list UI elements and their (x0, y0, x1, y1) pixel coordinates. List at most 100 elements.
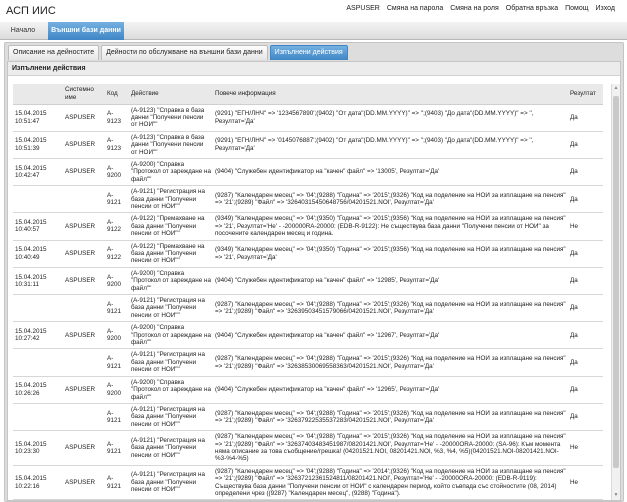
help-link[interactable]: Помощ (565, 5, 588, 12)
table-row[interactable]: A-9121 (A-9121) "Регистрация на база данн… (13, 348, 603, 377)
cell-code: A-9121 (105, 185, 129, 214)
cell-code: A-9121 (105, 465, 129, 501)
cell-date: 15.04.2015 10:40:49 (13, 240, 63, 268)
cell-code: A-9122 (105, 212, 129, 241)
nav-tab-home[interactable]: Начало (0, 22, 46, 40)
header-date[interactable] (13, 84, 63, 105)
cell-date (13, 403, 63, 432)
table-row[interactable]: A-9121 (A-9121) "Регистрация на база данн… (13, 403, 603, 432)
cell-date: 15.04.2015 10:22:16 (13, 465, 63, 501)
cell-date: 15.04.2015 10:23:30 (13, 430, 63, 466)
cell-system-name (63, 294, 105, 323)
cell-action: (A-9122) "Премахване на база данни "Полу… (129, 240, 213, 268)
header-system-name[interactable]: Системно име (63, 84, 105, 105)
cell-code: A-9200 (105, 376, 129, 404)
cell-system-name (63, 348, 105, 377)
cell-code: A-9121 (105, 294, 129, 323)
cell-code: A-9200 (105, 321, 129, 350)
table-row[interactable]: 15.04.2015 10:31:11 ASPUSER A-9200 (A-9200)… (13, 267, 603, 296)
cell-action: (A-9121) "Регистрация на база данни "Пол… (129, 185, 213, 214)
cell-code: A-9122 (105, 240, 129, 268)
cell-more-info: (9291) "ЕГН/ЛНЧ" => '0145076887';(9402) … (213, 131, 568, 159)
cell-date: 15.04.2015 10:26:26 (13, 376, 63, 404)
cell-more-info: (9287) "Календарен месец" => '04';(9288)… (213, 465, 568, 501)
logout-link[interactable]: Изход (596, 5, 616, 12)
table-row[interactable]: A-9121 (A-9121) "Регистрация на база данн… (13, 185, 603, 214)
tab-activities-description[interactable]: Описание на дейностите (8, 45, 100, 60)
cell-action: (A-9200) "Справка "Протокол от зареждане… (129, 321, 213, 350)
user-link[interactable]: ASPUSER (346, 5, 379, 12)
cell-code: A-9123 (105, 104, 129, 132)
cell-result: Да (568, 158, 603, 187)
cell-system-name (63, 185, 105, 214)
cell-result: Да (568, 131, 603, 159)
header-action[interactable]: Действие (129, 84, 213, 105)
nav-tab-external-databases[interactable]: Външни бази данни (48, 22, 124, 40)
cell-system-name: ASPUSER (63, 212, 105, 241)
sub-tabs: Описание на дейностите Дейности по обслу… (8, 45, 348, 60)
top-links: ASPUSER Смяна на парола Смяна на роля Об… (346, 5, 615, 12)
cell-action: (A-9200) "Справка "Протокол от зареждане… (129, 376, 213, 404)
cell-system-name: ASPUSER (63, 465, 105, 501)
table-header-row: Системно име Код Действие Повече информа… (13, 84, 603, 105)
header-more-info[interactable]: Повече информация (213, 84, 568, 105)
scroll-thumb[interactable] (613, 96, 619, 468)
cell-code: A-9121 (105, 403, 129, 432)
cell-more-info: (9291) "ЕГН/ЛНЧ" => '1234567890';(9402) … (213, 104, 568, 132)
cell-result: Не (568, 212, 603, 241)
cell-date: 15.04.2015 10:51:39 (13, 131, 63, 159)
cell-result: Да (568, 376, 603, 404)
table-row[interactable]: 15.04.2015 10:51:39 ASPUSER A-9123 (A-9123)… (13, 131, 603, 159)
change-password-link[interactable]: Смяна на парола (387, 5, 443, 12)
cell-result: Да (568, 104, 603, 132)
cell-code: A-9123 (105, 131, 129, 159)
table-row[interactable]: 15.04.2015 10:51:47 ASPUSER A-9123 (A-9123)… (13, 104, 603, 132)
cell-more-info: (9287) "Календарен месец" => '04';(9288)… (213, 294, 568, 323)
cell-action: (A-9121) "Регистрация на база данни "Пол… (129, 465, 213, 501)
cell-result: Да (568, 321, 603, 350)
cell-action: (A-9123) "Справка в база данни "Получени… (129, 104, 213, 132)
change-role-link[interactable]: Смяна на роля (450, 5, 499, 12)
table-row[interactable]: 15.04.2015 10:42:47 ASPUSER A-9200 (A-9200)… (13, 158, 603, 187)
header-code[interactable]: Код (105, 84, 129, 105)
table-row[interactable]: 15.04.2015 10:40:49 ASPUSER A-9122 (A-9122)… (13, 240, 603, 268)
cell-code: A-9121 (105, 348, 129, 377)
feedback-link[interactable]: Обратна връзка (506, 5, 558, 12)
cell-date: 15.04.2015 10:27:42 (13, 321, 63, 350)
tab-executed-actions[interactable]: Изпълнени действия (269, 45, 348, 60)
cell-system-name: ASPUSER (63, 240, 105, 268)
cell-action: (A-9121) "Регистрация на база данни "Пол… (129, 403, 213, 432)
cell-result: Да (568, 348, 603, 377)
section-title: Изпълнени действия (8, 62, 620, 76)
cell-date (13, 185, 63, 214)
cell-more-info: (9404) "Служебен идентификатор на "качен… (213, 321, 568, 350)
cell-result: Не (568, 430, 603, 466)
cell-result: Не (568, 465, 603, 501)
cell-result: Да (568, 403, 603, 432)
scroll-down-arrow-icon[interactable]: ▼ (612, 491, 620, 500)
content-area: Изпълнени действия Системно име Код Дейс… (7, 61, 621, 502)
table-row[interactable]: A-9121 (A-9121) "Регистрация на база данн… (13, 294, 603, 323)
table-row[interactable]: 15.04.2015 10:40:57 ASPUSER A-9122 (A-9122)… (13, 212, 603, 241)
cell-date: 15.04.2015 10:40:57 (13, 212, 63, 241)
cell-action: (A-9122) "Премахване на база данни "Полу… (129, 212, 213, 241)
cell-system-name: ASPUSER (63, 158, 105, 187)
table-row[interactable]: 15.04.2015 10:22:16 ASPUSER A-9121 (A-9121)… (13, 465, 603, 501)
cell-action: (A-9121) "Регистрация на база данни "Пол… (129, 430, 213, 466)
header-result[interactable]: Резултат (568, 84, 603, 105)
cell-more-info: (9349) "Календарен месец" => '04';(9350)… (213, 212, 568, 241)
cell-more-info: (9287) "Календарен месец" => '04';(9288)… (213, 348, 568, 377)
cell-system-name: ASPUSER (63, 430, 105, 466)
cell-action: (A-9200) "Справка "Протокол от зареждане… (129, 158, 213, 187)
cell-more-info: (9349) "Календарен месец" => '04';(9350)… (213, 240, 568, 268)
table-row[interactable]: 15.04.2015 10:26:26 ASPUSER A-9200 (A-9200)… (13, 376, 603, 404)
tab-external-db-activities[interactable]: Дейности по обслужване на външни бази да… (101, 45, 268, 60)
table-row[interactable]: 15.04.2015 10:27:42 ASPUSER A-9200 (A-9200)… (13, 321, 603, 350)
vertical-scrollbar[interactable]: ▲ ▼ (611, 84, 620, 500)
table-body: 15.04.2015 10:51:47 ASPUSER A-9123 (A-9123)… (13, 104, 603, 502)
cell-system-name (63, 403, 105, 432)
cell-system-name: ASPUSER (63, 267, 105, 296)
scroll-up-arrow-icon[interactable]: ▲ (612, 84, 620, 93)
table-row[interactable]: 15.04.2015 10:23:30 ASPUSER A-9121 (A-9121)… (13, 430, 603, 466)
executed-actions-table: Системно име Код Действие Повече информа… (13, 84, 603, 502)
